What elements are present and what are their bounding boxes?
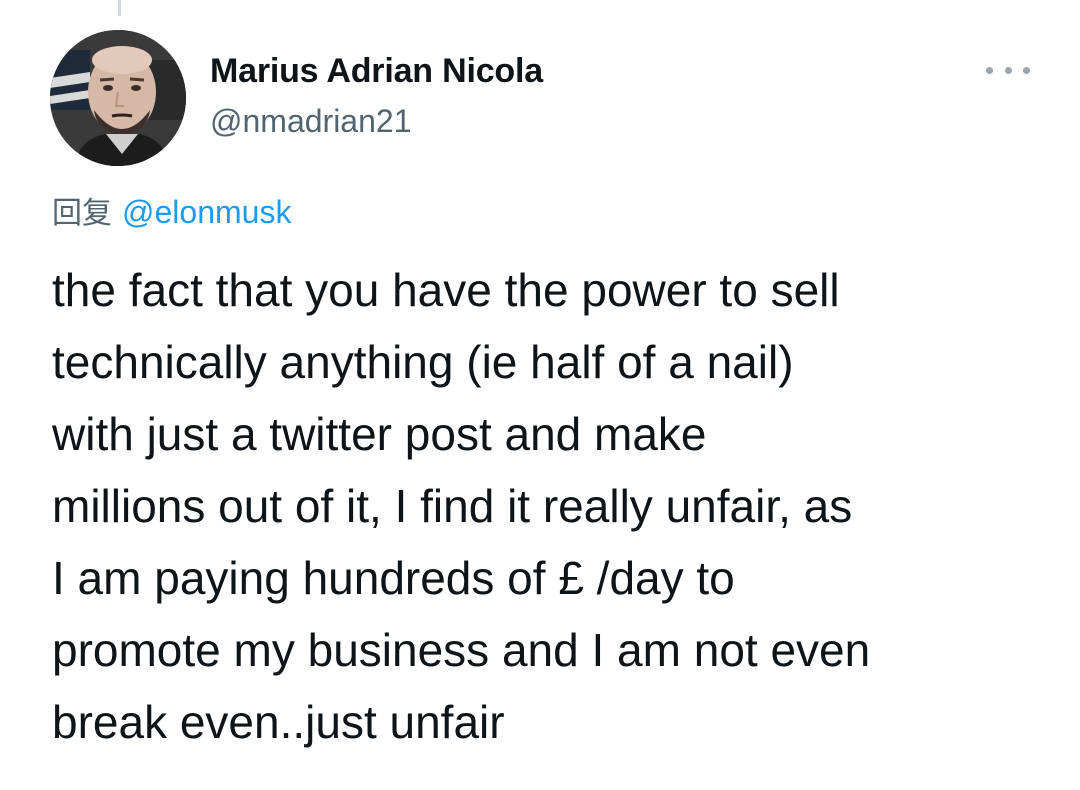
tweet-text-line: technically anything (ie half of a nail) [52, 336, 794, 388]
profile-photo-icon [50, 30, 186, 166]
reply-mention-link[interactable]: @elonmusk [122, 194, 291, 230]
author-name[interactable]: Marius Adrian Nicola [210, 52, 543, 91]
author-avatar[interactable] [50, 30, 186, 166]
ellipsis-dot [1023, 66, 1030, 74]
tweet-text-line: with just a twitter post and make [52, 408, 707, 460]
reply-context: 回复 @elonmusk [52, 188, 291, 232]
tweet-text-line: I am paying hundreds of £ /day to [52, 552, 735, 604]
tweet-text-line: break even..just unfair [52, 696, 505, 748]
ellipsis-dot [986, 66, 993, 74]
tweet-text: the fact that you have the power to sell… [52, 254, 1052, 758]
author-handle[interactable]: @nmadrian21 [210, 103, 411, 140]
tweet-text-line: millions out of it, I find it really unf… [52, 480, 853, 532]
reply-prefix-label: 回复 [52, 196, 112, 231]
tweet-text-line: the fact that you have the power to sell [52, 264, 840, 316]
tweet-text-line: promote my business and I am not even [52, 624, 871, 676]
tweet: Marius Adrian Nicola @nmadrian21 回复 @elon… [0, 0, 1080, 790]
ellipsis-dot [1004, 66, 1012, 74]
ellipsis-icon[interactable] [986, 58, 1030, 82]
